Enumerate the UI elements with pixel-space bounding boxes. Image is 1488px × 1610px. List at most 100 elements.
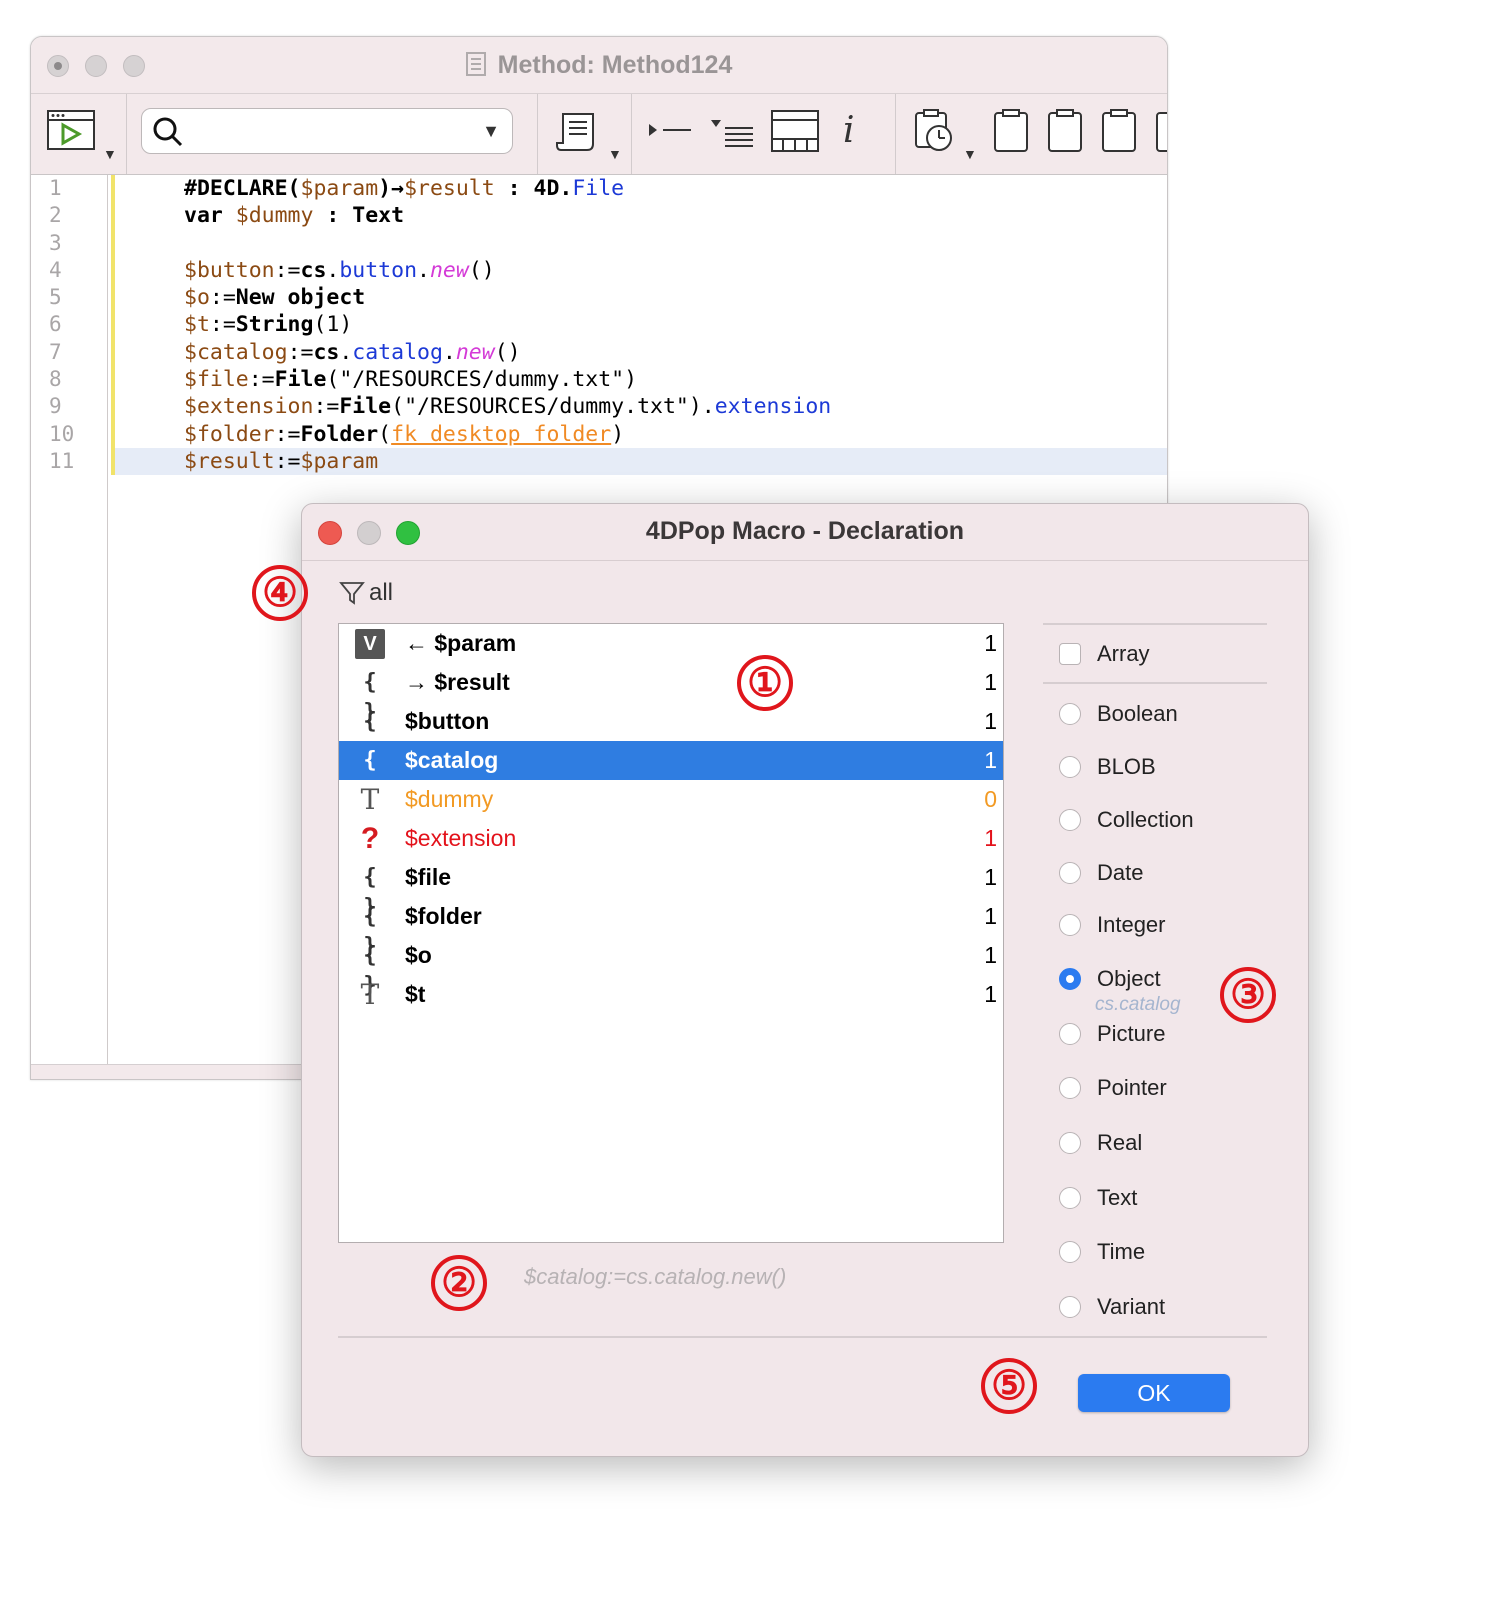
- breakpoint-icon: [649, 124, 691, 136]
- type-option-picture[interactable]: Picture: [1059, 1021, 1165, 1047]
- type-label: Date: [1097, 860, 1144, 885]
- variable-row[interactable]: { } $button 1: [339, 702, 1003, 764]
- show-list-button[interactable]: [771, 110, 819, 157]
- variable-row[interactable]: { } $o 1: [339, 936, 1003, 998]
- radio-button[interactable]: [1059, 809, 1081, 831]
- radio-button[interactable]: [1059, 1132, 1081, 1154]
- variable-count: 1: [984, 903, 997, 929]
- variable-count: 1: [984, 747, 997, 773]
- radio-button[interactable]: [1059, 1023, 1081, 1045]
- line-number: 6: [49, 312, 62, 337]
- code-line[interactable]: $catalog:=cs.catalog.new(): [115, 339, 1167, 366]
- variable-name: ← $param: [405, 630, 517, 656]
- variable-list[interactable]: V ← $param 1 { } → $result 1 { } $button 1 { } $ca…: [338, 623, 1004, 1243]
- line-number: 10: [49, 421, 75, 446]
- radio-button[interactable]: [1059, 1241, 1081, 1263]
- object-class-hint: cs.catalog: [1095, 994, 1181, 1015]
- variable-row[interactable]: { } $folder 1: [339, 897, 1003, 959]
- type-label: Object: [1097, 966, 1161, 991]
- variable-row[interactable]: V ← $param 1: [339, 624, 1003, 663]
- code-area[interactable]: #DECLARE($param)→$result : 4D.File var $…: [115, 175, 1167, 476]
- line-number: 8: [49, 367, 62, 392]
- clipboard-4-button[interactable]: [1155, 108, 1167, 159]
- variable-row[interactable]: T $dummy 0: [339, 780, 1003, 819]
- type-option-object[interactable]: Object: [1059, 966, 1161, 992]
- clipboard-1-button[interactable]: [993, 108, 1029, 159]
- type-option-variant[interactable]: Variant: [1059, 1294, 1165, 1320]
- type-label: Boolean: [1097, 701, 1178, 726]
- variable-count: 1: [984, 981, 997, 1007]
- code-line[interactable]: [115, 230, 1167, 257]
- code-line[interactable]: $button:=cs.button.new(): [115, 257, 1167, 284]
- search-dropdown-icon[interactable]: ▼: [482, 121, 500, 142]
- unknown-type-icon: ?: [360, 821, 380, 855]
- code-line[interactable]: var $dummy : Text: [115, 202, 1167, 229]
- radio-button[interactable]: [1059, 1187, 1081, 1209]
- run-menu-arrow-icon[interactable]: ▼: [103, 146, 117, 162]
- type-option-blob[interactable]: BLOB: [1059, 754, 1156, 780]
- filter-menu[interactable]: all: [339, 576, 393, 610]
- clipboard-3-button[interactable]: [1101, 108, 1137, 159]
- type-option-text[interactable]: Text: [1059, 1185, 1137, 1211]
- method-properties-button[interactable]: [555, 110, 599, 157]
- search-field[interactable]: ▼: [141, 108, 513, 154]
- radio-button[interactable]: [1059, 968, 1081, 990]
- code-line-current[interactable]: $result:=$param: [115, 447, 1167, 476]
- insert-breakpoint-button[interactable]: [647, 120, 693, 147]
- array-check-box[interactable]: [1059, 643, 1081, 665]
- type-option-collection[interactable]: Collection: [1059, 807, 1194, 833]
- line-number: 5: [49, 285, 62, 310]
- divider: [338, 1336, 1267, 1338]
- type-option-date[interactable]: Date: [1059, 860, 1143, 886]
- code-line[interactable]: $folder:=Folder(fk desktop folder): [115, 421, 1167, 448]
- info-icon[interactable]: i: [843, 110, 855, 151]
- clipboard-icon: [994, 109, 1028, 152]
- ok-button[interactable]: OK: [1078, 1374, 1230, 1412]
- variable-row[interactable]: { } → $result 1: [339, 663, 1003, 725]
- search-input[interactable]: [190, 115, 464, 147]
- callout-1: ①: [737, 655, 793, 711]
- code-line[interactable]: $o:=New object: [115, 284, 1167, 311]
- type-option-time[interactable]: Time: [1059, 1239, 1145, 1265]
- run-method-button[interactable]: [47, 110, 95, 155]
- editor-toolbar: ▼ ▼ ▼ i ▼: [31, 94, 1167, 175]
- method-properties-arrow-icon[interactable]: ▼: [608, 146, 622, 162]
- variable-count: 1: [984, 825, 997, 851]
- code-line[interactable]: $t:=String(1): [115, 311, 1167, 338]
- type-label: Integer: [1097, 912, 1166, 937]
- code-line[interactable]: $extension:=File("/RESOURCES/dummy.txt")…: [115, 393, 1167, 420]
- code-line[interactable]: $file:=File("/RESOURCES/dummy.txt"): [115, 366, 1167, 393]
- script-icon: [556, 113, 594, 151]
- divider: [1043, 623, 1267, 625]
- clipboard-icon: [1156, 112, 1167, 152]
- radio-button[interactable]: [1059, 862, 1081, 884]
- variable-name: $folder: [405, 903, 482, 929]
- callout-4: ④: [252, 565, 308, 621]
- type-option-real[interactable]: Real: [1059, 1130, 1142, 1156]
- radio-button[interactable]: [1059, 703, 1081, 725]
- type-option-boolean[interactable]: Boolean: [1059, 701, 1178, 727]
- variable-row[interactable]: T $t 1: [339, 975, 1003, 1014]
- type-label: Pointer: [1097, 1075, 1167, 1100]
- history-clipboard-button[interactable]: [913, 108, 959, 159]
- list-window-icon: [771, 110, 819, 152]
- variable-row[interactable]: { } $file 1: [339, 858, 1003, 920]
- type-option-integer[interactable]: Integer: [1059, 912, 1166, 938]
- radio-button[interactable]: [1059, 914, 1081, 936]
- radio-button[interactable]: [1059, 1077, 1081, 1099]
- callout-2: ②: [431, 1255, 487, 1311]
- variable-name: $catalog: [405, 747, 499, 773]
- history-menu-arrow-icon[interactable]: ▼: [963, 146, 977, 162]
- radio-button[interactable]: [1059, 756, 1081, 778]
- radio-button[interactable]: [1059, 1296, 1081, 1318]
- variable-row[interactable]: { } $catalog 1: [339, 741, 1003, 803]
- type-option-pointer[interactable]: Pointer: [1059, 1075, 1167, 1101]
- code-line[interactable]: #DECLARE($param)→$result : 4D.File: [115, 175, 1167, 202]
- object-type-icon: { }: [363, 669, 377, 725]
- editor-title-text: Method: Method124: [497, 51, 733, 79]
- line-number: 11: [49, 448, 75, 473]
- array-checkbox[interactable]: Array: [1059, 641, 1150, 667]
- clipboard-2-button[interactable]: [1047, 108, 1083, 159]
- variable-row[interactable]: ? $extension 1: [339, 819, 1003, 858]
- collapse-expand-button[interactable]: [709, 118, 755, 153]
